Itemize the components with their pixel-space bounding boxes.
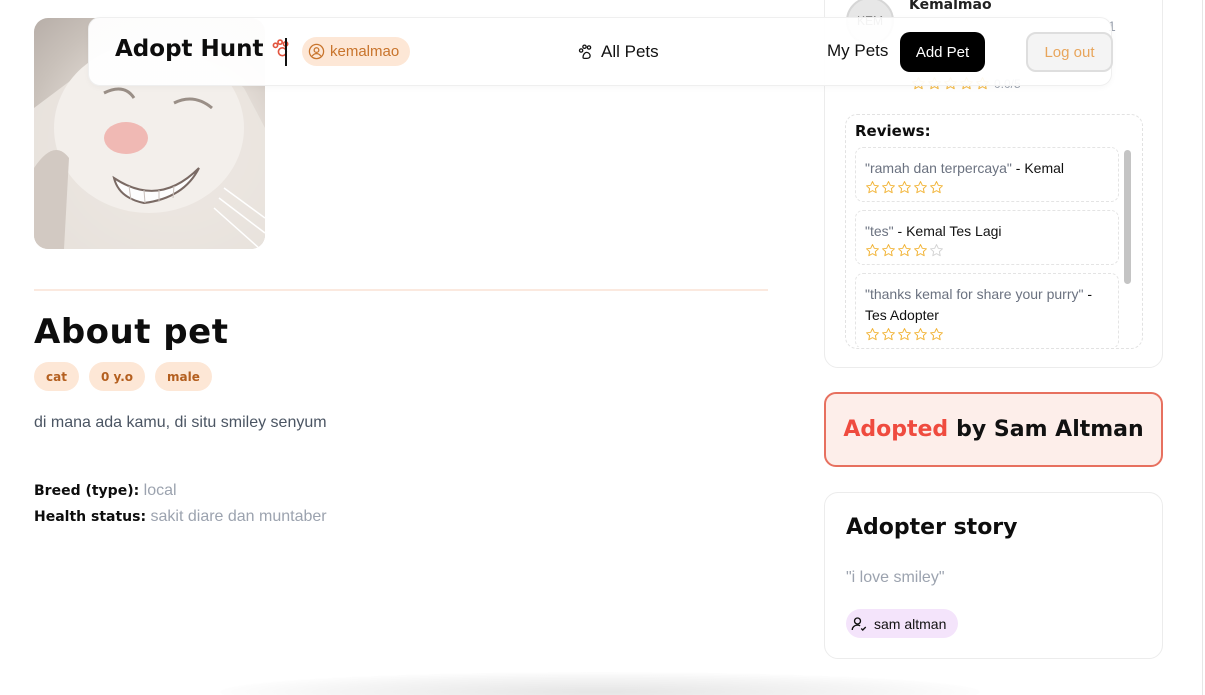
pet-description: di mana ada kamu, di situ smiley senyum	[34, 414, 327, 431]
page-edge	[1202, 0, 1203, 695]
section-divider	[34, 289, 768, 291]
review-text: "ramah dan terpercaya"	[865, 160, 1012, 176]
star-icon	[882, 244, 895, 257]
adopted-by: by Sam Altman	[956, 417, 1144, 442]
paw-logo-icon	[272, 39, 289, 57]
review-author: - Kemal Tes Lagi	[893, 223, 1002, 239]
review-stars	[865, 243, 1109, 258]
add-pet-button[interactable]: Add Pet	[900, 32, 985, 72]
review-author: - Kemal	[1011, 160, 1065, 176]
breed-row: Breed (type): local	[34, 478, 327, 504]
my-pets-link[interactable]: My Pets	[827, 41, 888, 61]
star-icon	[882, 328, 895, 341]
breed-value: local	[143, 482, 177, 499]
pet-info: Breed (type): local Health status: sakit…	[34, 478, 327, 530]
star-icon	[914, 328, 927, 341]
adopter-story-card: Adopter story "i love smiley" sam altman	[824, 492, 1163, 659]
adopted-banner: Adopted by Sam Altman	[824, 392, 1163, 467]
review-line: "ramah dan terpercaya" - Kemal	[865, 158, 1109, 179]
health-row: Health status: sakit diare dan muntaber	[34, 504, 327, 530]
adopter-name: sam altman	[874, 615, 947, 632]
review-item: "tes" - Kemal Tes Lagi	[855, 210, 1119, 265]
review-text: "thanks kemal for share your purry"	[865, 286, 1084, 302]
tag-gender: male	[155, 362, 212, 391]
star-icon	[866, 244, 879, 257]
brand-name: Adopt Hunt	[115, 36, 264, 62]
reviews-scrollbar-thumb[interactable]	[1124, 150, 1131, 284]
reviews-title: Reviews:	[855, 122, 931, 140]
health-value: sakit diare dan muntaber	[150, 508, 327, 525]
reviews-list[interactable]: "ramah dan terpercaya" - Kemal "tes" - Ke…	[855, 147, 1120, 347]
user-circle-icon	[308, 43, 325, 60]
logout-button[interactable]: Log out	[1026, 32, 1113, 72]
star-icon	[930, 181, 943, 194]
star-icon	[898, 181, 911, 194]
user-check-icon	[851, 616, 867, 631]
adopter-story-quote: "i love smiley"	[846, 569, 945, 586]
user-pill[interactable]: kemalmao	[302, 37, 411, 66]
star-icon	[866, 328, 879, 341]
star-icon	[866, 181, 879, 194]
review-stars	[865, 327, 1109, 342]
adopter-story-title: Adopter story	[846, 515, 1018, 540]
breed-label: Breed (type):	[34, 483, 140, 499]
review-text: "tes"	[865, 223, 894, 239]
star-icon	[914, 244, 927, 257]
tag-species: cat	[34, 362, 79, 391]
all-pets-link[interactable]: All Pets	[577, 42, 659, 62]
navbar: Adopt Hunt kemalmao All Pets My Pets Add…	[88, 17, 1113, 86]
review-line: "thanks kemal for share your purry" - Te…	[865, 284, 1109, 326]
star-empty-icon	[930, 244, 943, 257]
owner-name[interactable]: Kemalmao	[909, 0, 992, 13]
brand-logo[interactable]: Adopt Hunt	[115, 36, 292, 62]
adopted-word: Adopted	[843, 417, 949, 442]
star-icon	[914, 181, 927, 194]
username: kemalmao	[330, 43, 400, 60]
review-item: "ramah dan terpercaya" - Kemal	[855, 147, 1119, 202]
about-pet-title: About pet	[34, 312, 229, 352]
all-pets-label: All Pets	[601, 42, 659, 61]
nav-separator	[285, 38, 287, 66]
health-label: Health status:	[34, 509, 147, 525]
star-icon	[882, 181, 895, 194]
paw-icon	[578, 44, 592, 60]
star-icon	[898, 244, 911, 257]
reviews-scrollbar[interactable]	[1123, 150, 1132, 345]
tag-age: 0 y.o	[88, 362, 146, 391]
reviews-box: Reviews: "ramah dan terpercaya" - Kemal "…	[845, 114, 1143, 349]
star-icon	[898, 328, 911, 341]
adopter-pill[interactable]: sam altman	[846, 609, 959, 638]
review-line: "tes" - Kemal Tes Lagi	[865, 221, 1109, 242]
review-item: "thanks kemal for share your purry" - Te…	[855, 273, 1119, 347]
review-stars	[865, 180, 1109, 195]
star-icon	[930, 328, 943, 341]
pet-tags: cat 0 y.o male	[34, 362, 212, 391]
bottom-shadow	[220, 672, 980, 695]
